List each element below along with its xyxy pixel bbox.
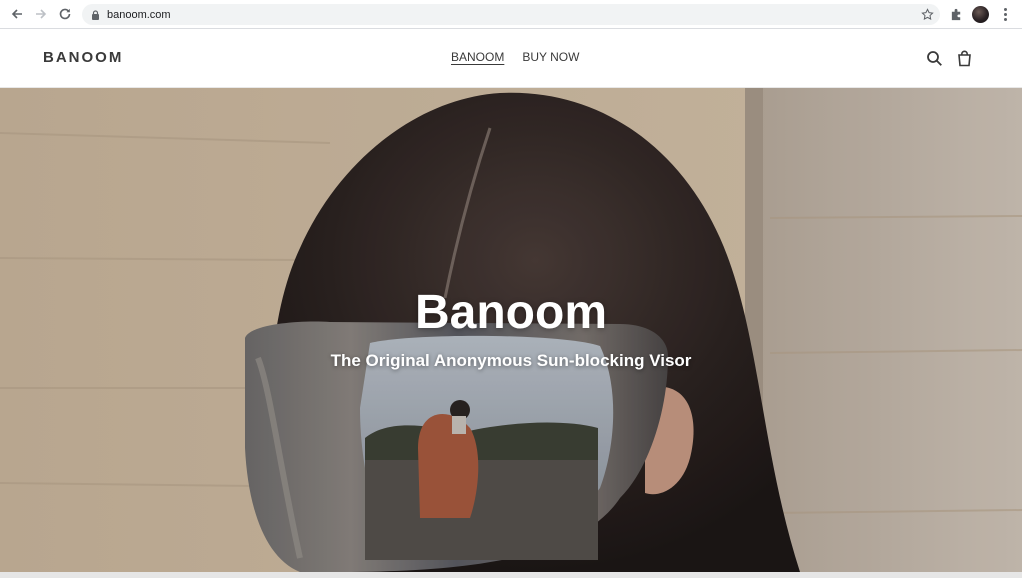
reload-button[interactable] [53,2,77,26]
url-text: banoom.com [107,8,171,21]
hero-banner: Banoom The Original Anonymous Sun-blocki… [0,88,1022,572]
nav-link-banoom[interactable]: BANOOM [451,50,504,64]
forward-button[interactable] [29,2,53,26]
nav-link-buy-now[interactable]: BUY NOW [522,50,579,64]
search-icon[interactable] [926,50,943,67]
back-button[interactable] [5,2,29,26]
site-logo[interactable]: BANOOM [43,49,123,66]
hero-title: Banoom [415,286,607,339]
kebab-menu-icon[interactable] [999,7,1011,22]
reload-icon [59,8,71,20]
arrow-left-icon [11,9,22,19]
hero-subtitle: The Original Anonymous Sun-blocking Viso… [330,351,692,370]
page-bottom-edge [0,572,1022,578]
main-nav: BANOOM BUY NOW [451,50,579,64]
address-bar[interactable]: banoom.com [82,4,940,25]
puzzle-icon[interactable] [950,8,963,21]
arrow-right-icon [36,9,47,19]
browser-toolbar: banoom.com [0,0,1022,29]
shopping-bag-icon[interactable] [956,50,973,67]
profile-avatar[interactable] [972,6,989,23]
lock-icon [92,9,99,20]
star-icon[interactable] [921,8,934,21]
site-header: BANOOM BANOOM BUY NOW [0,29,1022,88]
